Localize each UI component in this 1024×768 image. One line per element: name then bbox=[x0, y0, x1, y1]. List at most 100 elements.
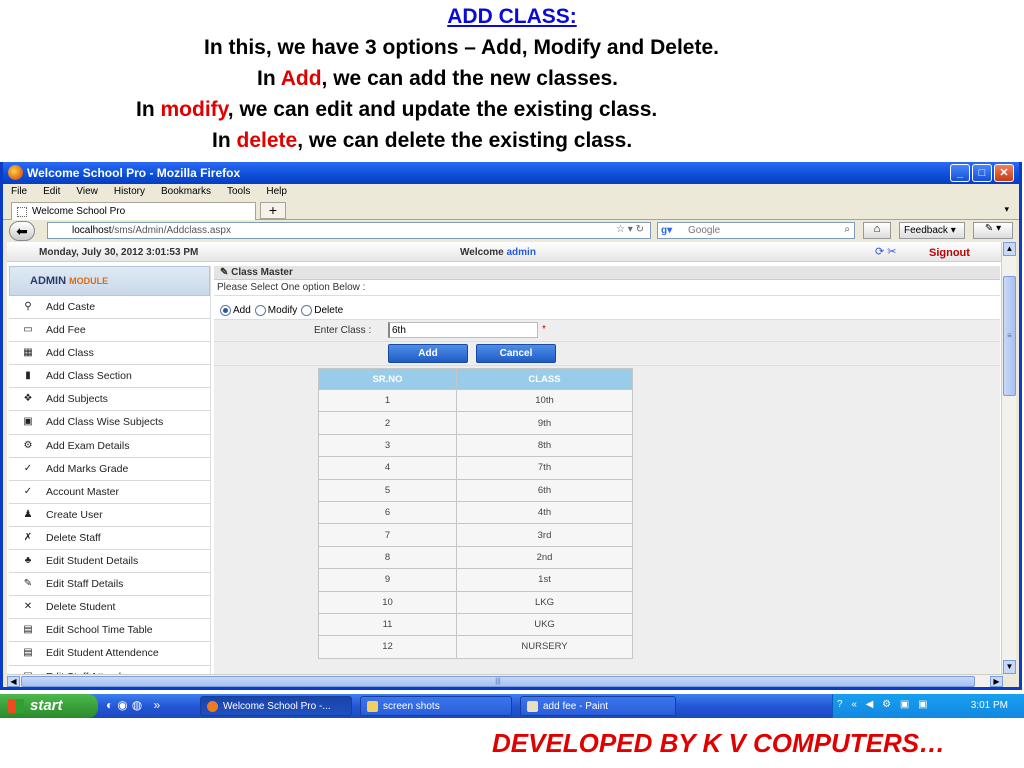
delete-staff-icon: ✗ bbox=[23, 531, 33, 543]
table-row[interactable]: 5 6th bbox=[318, 478, 633, 502]
bookmark-star-icon[interactable]: ☆ bbox=[616, 224, 625, 235]
table-row[interactable]: 3 8th bbox=[318, 433, 633, 458]
search-input[interactable]: g▾ Google ⌕ bbox=[657, 222, 855, 239]
cell-srno: 12 bbox=[318, 635, 457, 659]
maximize-button[interactable]: □ bbox=[972, 164, 992, 182]
subjects-icon: ❖ bbox=[23, 393, 33, 405]
sidebar-item-edit-staff-details[interactable]: ✎ Edit Staff Details bbox=[9, 573, 210, 597]
sidebar-item-label: Add Class bbox=[46, 347, 94, 360]
new-tab-button[interactable]: + bbox=[260, 202, 286, 219]
url-path: /sms/Admin/Addclass.aspx bbox=[111, 225, 231, 236]
vertical-scrollbar[interactable]: ▲ ≡ ▼ bbox=[1001, 242, 1016, 674]
taskbar: start ◐◉◍ » Welcome School Pro -... scre… bbox=[0, 694, 1024, 718]
menu-edit[interactable]: Edit bbox=[43, 186, 60, 198]
sidebar-item-account-master[interactable]: ✓ Account Master bbox=[9, 481, 210, 504]
attendance-icon: ▤ bbox=[23, 647, 33, 659]
table-row[interactable]: 11 UKG bbox=[318, 612, 633, 637]
menu-view[interactable]: View bbox=[76, 186, 98, 198]
reload-icon[interactable]: ↻ bbox=[636, 224, 644, 235]
header-srno: SR.NO bbox=[318, 368, 457, 390]
class-input[interactable] bbox=[388, 322, 538, 338]
sidebar-item-add-subjects[interactable]: ❖ Add Subjects bbox=[9, 388, 210, 412]
sidebar-item-delete-student[interactable]: ✕ Delete Student bbox=[9, 596, 210, 620]
sidebar-item-add-marks-grade[interactable]: ✓ Add Marks Grade bbox=[9, 458, 210, 481]
vertical-scroll-thumb[interactable]: ≡ bbox=[1003, 276, 1016, 396]
signout-link[interactable]: Signout bbox=[929, 247, 970, 259]
tab-label: Welcome School Pro bbox=[32, 206, 126, 217]
menu-bookmarks[interactable]: Bookmarks bbox=[161, 186, 211, 198]
sidebar-item-label: Add Subjects bbox=[46, 393, 108, 406]
tab-list-icon[interactable]: ▾ bbox=[1004, 204, 1009, 215]
window-titlebar[interactable]: Welcome School Pro - Mozilla Firefox _ □… bbox=[3, 162, 1019, 184]
table-row[interactable]: 10 LKG bbox=[318, 590, 633, 614]
url-host: localhost bbox=[72, 225, 112, 236]
scroll-up-icon[interactable]: ▲ bbox=[1003, 242, 1016, 256]
table-row[interactable]: 1 10th bbox=[318, 388, 633, 413]
class-grid-area: SR.NO CLASS 1 10th 2 9th 3 8th 4 7th 5 6th 6 4th 7 3r… bbox=[214, 366, 1000, 674]
home-button[interactable]: ⌂ bbox=[863, 222, 891, 239]
scroll-down-icon[interactable]: ▼ bbox=[1003, 660, 1016, 674]
exam-icon: ⚙ bbox=[23, 439, 33, 451]
minimize-button[interactable]: _ bbox=[950, 164, 970, 182]
table-row[interactable]: 6 4th bbox=[318, 500, 633, 525]
horizontal-scrollbar[interactable]: ◀ ||| ▶ bbox=[7, 674, 1003, 687]
sidebar-item-add-caste[interactable]: ⚲ Add Caste bbox=[9, 296, 210, 320]
close-button[interactable]: ✕ bbox=[994, 164, 1014, 182]
table-row[interactable]: 4 7th bbox=[318, 456, 633, 480]
panel-subtitle: Please Select One option Below : bbox=[214, 280, 1000, 296]
sidebar-item-edit-student-attendence[interactable]: ▤ Edit Student Attendence bbox=[9, 642, 210, 666]
sidebar-item-edit-school-time-table[interactable]: ▤ Edit School Time Table bbox=[9, 619, 210, 643]
search-icon[interactable]: ⌕ bbox=[844, 224, 850, 235]
sidebar-item-add-class-section[interactable]: ▮ Add Class Section bbox=[9, 365, 210, 389]
table-row[interactable]: 8 2nd bbox=[318, 545, 633, 570]
table-row[interactable]: 9 1st bbox=[318, 568, 633, 592]
task-firefox[interactable]: Welcome School Pro -... bbox=[200, 696, 352, 716]
sidebar-item-edit-staff-attendence[interactable]: ▤Edit Staff Attendence bbox=[9, 666, 210, 675]
window-title: Welcome School Pro - Mozilla Firefox bbox=[27, 166, 241, 180]
sidebar-item-add-class-wise-subjects[interactable]: ▣ Add Class Wise Subjects bbox=[9, 411, 210, 435]
scroll-right-icon[interactable]: ▶ bbox=[990, 676, 1003, 687]
welcome-text: Welcome admin bbox=[460, 247, 536, 258]
table-row[interactable]: 2 9th bbox=[318, 411, 633, 435]
menu-file[interactable]: File bbox=[11, 186, 27, 198]
tray-icons[interactable]: ? « ◀ ⚙ ▣ ▣ bbox=[837, 699, 931, 710]
quick-launch[interactable]: ◐◉◍ » bbox=[106, 698, 164, 712]
url-bar[interactable]: localhost/sms/Admin/Addclass.aspx ☆ ▾ ↻ bbox=[47, 222, 651, 239]
class-table: SR.NO CLASS 1 10th 2 9th 3 8th 4 7th 5 6th 6 4th 7 3r… bbox=[318, 368, 633, 659]
panel-title: ✎ Class Master bbox=[214, 266, 1000, 280]
radio-modify[interactable] bbox=[254, 305, 266, 316]
sidebar-item-add-class[interactable]: ▦ Add Class bbox=[9, 342, 210, 366]
sidebar-item-add-fee[interactable]: ▭ Add Fee bbox=[9, 319, 210, 343]
tab-welcome[interactable]: Welcome School Pro bbox=[11, 202, 256, 220]
scroll-left-icon[interactable]: ◀ bbox=[7, 676, 20, 687]
sidebar-item-add-exam-details[interactable]: ⚙ Add Exam Details bbox=[9, 435, 210, 458]
cell-srno: 6 bbox=[318, 500, 457, 525]
cell-class: 8th bbox=[456, 433, 633, 458]
table-row[interactable]: 12 NURSERY bbox=[318, 635, 633, 659]
cancel-button[interactable]: Cancel bbox=[476, 344, 556, 363]
menu-tools[interactable]: Tools bbox=[227, 186, 250, 198]
plugin-icon[interactable]: ✎ ▾ bbox=[973, 222, 1013, 239]
radio-add[interactable] bbox=[220, 305, 231, 316]
cell-class: 1st bbox=[456, 568, 633, 592]
add-button[interactable]: Add bbox=[388, 344, 468, 363]
task-screenshots[interactable]: screen shots bbox=[360, 696, 512, 716]
radio-delete[interactable] bbox=[301, 305, 313, 316]
table-row[interactable]: 7 3rd bbox=[318, 523, 633, 547]
start-button[interactable]: start bbox=[0, 694, 98, 718]
history-dropdown-icon[interactable]: ▾ bbox=[628, 224, 633, 235]
back-button[interactable]: ⬅ bbox=[9, 221, 35, 241]
menu-help[interactable]: Help bbox=[266, 186, 287, 198]
horizontal-scroll-thumb[interactable]: ||| bbox=[21, 676, 975, 687]
cell-class: 3rd bbox=[456, 523, 633, 547]
slide-line-add: In Add, we can add the new classes. bbox=[257, 67, 619, 90]
cell-class: 4th bbox=[456, 500, 633, 525]
menu-history[interactable]: History bbox=[114, 186, 145, 198]
feedback-button[interactable]: Feedback ▾ bbox=[899, 222, 965, 239]
sidebar-item-label: Add Class Section bbox=[46, 370, 132, 383]
sidebar-item-edit-student-details[interactable]: ♣ Edit Student Details bbox=[9, 550, 210, 574]
refresh-icon[interactable]: ⟳ ✂ bbox=[875, 245, 897, 258]
sidebar-item-create-user[interactable]: ♟ Create User bbox=[9, 504, 210, 527]
sidebar-item-delete-staff[interactable]: ✗ Delete Staff bbox=[9, 527, 210, 551]
task-paint[interactable]: add fee - Paint bbox=[520, 696, 676, 716]
